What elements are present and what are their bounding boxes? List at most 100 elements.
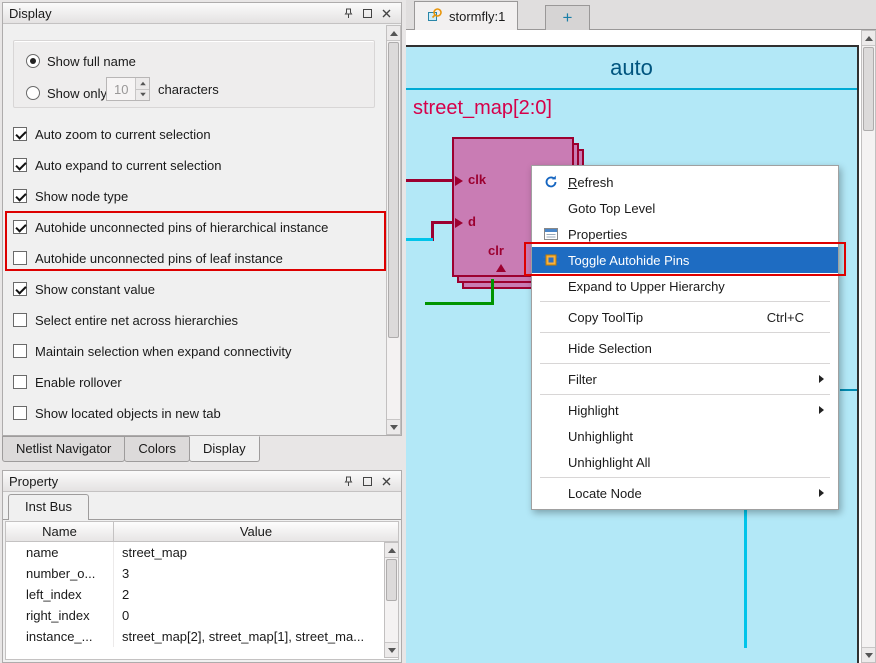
- display-panel-title: Display: [9, 6, 338, 21]
- d-wire: [431, 221, 454, 224]
- scroll-down-icon[interactable]: [385, 642, 398, 657]
- menu-item-goto-top-level[interactable]: Goto Top Level: [532, 195, 838, 221]
- sheet-title-rule: [406, 88, 857, 90]
- menu-item-hide-selection[interactable]: Hide Selection: [532, 335, 838, 361]
- spinner-up-icon[interactable]: [136, 78, 149, 90]
- checkbox-label: Enable rollover: [35, 375, 122, 390]
- viewer-tabbar: stormfly:1 +: [406, 0, 876, 30]
- character-count-spinner[interactable]: 10: [106, 77, 150, 101]
- tab-colors[interactable]: Colors: [124, 436, 190, 462]
- checkbox-autohide-hierarchical[interactable]: Autohide unconnected pins of hierarchica…: [13, 217, 328, 237]
- cell-value: 0: [114, 605, 398, 626]
- cell-value: street_map: [114, 542, 398, 563]
- clk-wire: [406, 179, 454, 182]
- checkbox-label: Auto expand to current selection: [35, 158, 221, 173]
- radio-label: Show full name: [47, 54, 136, 69]
- table-row[interactable]: left_index 2: [6, 584, 398, 605]
- scroll-down-icon[interactable]: [862, 647, 875, 662]
- display-panel-scrollbar[interactable]: [386, 25, 401, 435]
- checkbox-auto-expand[interactable]: Auto expand to current selection: [13, 155, 221, 175]
- refresh-icon: [540, 174, 562, 190]
- property-table-scrollbar[interactable]: [384, 542, 399, 658]
- checkbox-maintain-selection[interactable]: Maintain selection when expand connectiv…: [13, 341, 292, 361]
- menu-separator: [540, 363, 830, 364]
- table-row[interactable]: number_o... 3: [6, 563, 398, 584]
- menu-item-filter[interactable]: Filter: [532, 366, 838, 392]
- radio-show-full-name[interactable]: Show full name: [26, 53, 136, 69]
- column-header-value[interactable]: Value: [114, 522, 398, 541]
- spinner-down-icon[interactable]: [136, 90, 149, 101]
- checkbox-box: [13, 313, 27, 327]
- menu-item-locate-node[interactable]: Locate Node: [532, 480, 838, 506]
- clr-wire-horizontal: [425, 302, 494, 305]
- checkbox-auto-zoom[interactable]: Auto zoom to current selection: [13, 124, 211, 144]
- checkbox-show-located[interactable]: Show located objects in new tab: [13, 403, 221, 423]
- tab-inst-bus[interactable]: Inst Bus: [8, 494, 89, 520]
- menu-item-label: Expand to Upper Hierarchy: [568, 279, 828, 294]
- radio-label: Show only: [47, 86, 107, 101]
- close-icon[interactable]: [378, 5, 395, 21]
- new-tab-button[interactable]: +: [545, 5, 590, 30]
- menu-item-copy-tooltip[interactable]: Copy ToolTip Ctrl+C: [532, 304, 838, 330]
- column-header-name[interactable]: Name: [6, 522, 114, 541]
- cell-value: street_map[2], street_map[1], street_ma.…: [114, 626, 398, 647]
- clr-pin-arrow-icon: [496, 264, 506, 272]
- checkbox-label: Maintain selection when expand connectiv…: [35, 344, 292, 359]
- table-row[interactable]: right_index 0: [6, 605, 398, 626]
- table-row[interactable]: name street_map: [6, 542, 398, 563]
- scrollbar-thumb[interactable]: [863, 47, 874, 131]
- scrollbar-thumb[interactable]: [388, 42, 399, 338]
- checkbox-label: Show node type: [35, 189, 128, 204]
- menu-item-label: Toggle Autohide Pins: [568, 253, 828, 268]
- tab-display[interactable]: Display: [189, 436, 260, 462]
- menu-item-label: Unhighlight: [568, 429, 828, 444]
- scroll-up-icon[interactable]: [862, 31, 875, 46]
- pin-label-clk: clk: [468, 172, 486, 187]
- scroll-up-icon[interactable]: [387, 26, 400, 41]
- checkbox-box: [13, 220, 27, 234]
- menu-item-properties[interactable]: Properties: [532, 221, 838, 247]
- checkbox-show-constant[interactable]: Show constant value: [13, 279, 155, 299]
- menu-item-unhighlight[interactable]: Unhighlight: [532, 423, 838, 449]
- property-panel-title: Property: [9, 474, 338, 489]
- menu-item-refresh[interactable]: Refresh: [532, 169, 838, 195]
- checkbox-enable-rollover[interactable]: Enable rollover: [13, 372, 122, 392]
- submenu-arrow-icon: [819, 406, 824, 414]
- close-icon[interactable]: [378, 473, 395, 489]
- checkbox-box: [13, 127, 27, 141]
- display-panel-content: Show full name Show only 10 characters A…: [3, 24, 401, 435]
- cell-name: number_o...: [6, 563, 114, 584]
- menu-item-label: Filter: [568, 372, 819, 387]
- checkbox-show-node-type[interactable]: Show node type: [13, 186, 128, 206]
- checkbox-select-entire-net[interactable]: Select entire net across hierarchies: [13, 310, 238, 330]
- radio-show-only[interactable]: Show only: [26, 85, 107, 101]
- scroll-down-icon[interactable]: [387, 419, 400, 434]
- scroll-up-icon[interactable]: [385, 543, 398, 558]
- tab-netlist-navigator[interactable]: Netlist Navigator: [2, 436, 125, 462]
- menu-separator: [540, 394, 830, 395]
- checkbox-autohide-leaf[interactable]: Autohide unconnected pins of leaf instan…: [13, 248, 283, 268]
- scrollbar-thumb[interactable]: [386, 559, 397, 601]
- float-icon[interactable]: [359, 473, 376, 489]
- menu-item-unhighlight-all[interactable]: Unhighlight All: [532, 449, 838, 475]
- pin-icon[interactable]: [340, 473, 357, 489]
- float-icon[interactable]: [359, 5, 376, 21]
- property-table: Name Value name street_map number_o... 3…: [5, 521, 399, 660]
- cell-name: left_index: [6, 584, 114, 605]
- menu-item-label: Unhighlight All: [568, 455, 828, 470]
- menu-item-toggle-autohide-pins[interactable]: Toggle Autohide Pins: [532, 247, 838, 273]
- display-panel: Display Show full name Show only 10: [2, 2, 402, 436]
- menu-item-expand-upper-hierarchy[interactable]: Expand to Upper Hierarchy: [532, 273, 838, 299]
- checkbox-box: [13, 375, 27, 389]
- menu-shortcut: Ctrl+C: [767, 310, 804, 325]
- pin-label-d: d: [468, 214, 476, 229]
- tab-stormfly[interactable]: stormfly:1: [414, 1, 518, 30]
- checkbox-label: Show constant value: [35, 282, 155, 297]
- application-window: Display Show full name Show only 10: [0, 0, 876, 663]
- canvas-scrollbar[interactable]: [861, 30, 876, 663]
- pin-icon[interactable]: [340, 5, 357, 21]
- menu-item-highlight[interactable]: Highlight: [532, 397, 838, 423]
- table-header: Name Value: [6, 522, 398, 542]
- table-row[interactable]: instance_... street_map[2], street_map[1…: [6, 626, 398, 647]
- checkbox-label: Select entire net across hierarchies: [35, 313, 238, 328]
